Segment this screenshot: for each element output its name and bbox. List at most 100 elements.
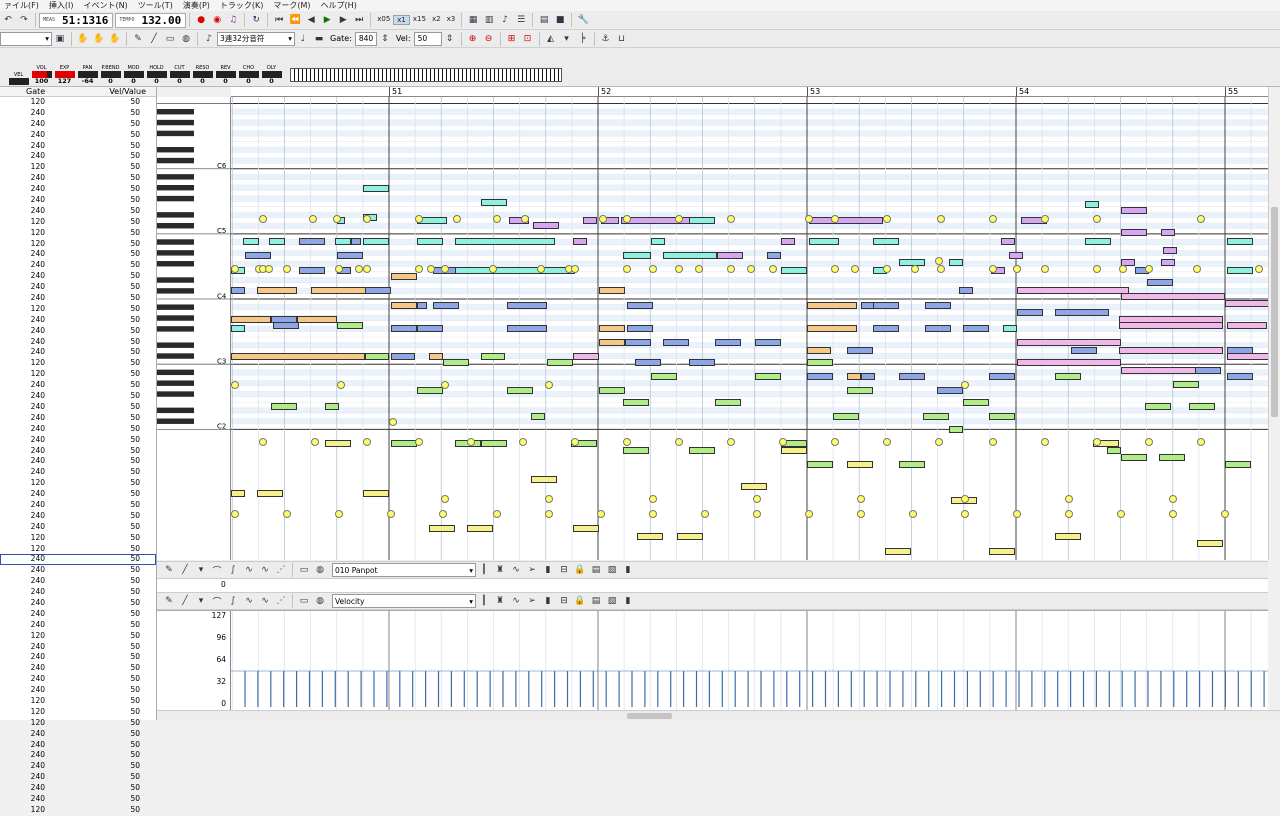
- note[interactable]: [1227, 373, 1253, 380]
- waveform-icon[interactable]: ▧: [605, 563, 619, 577]
- vel-input[interactable]: 50: [413, 31, 442, 46]
- short-note[interactable]: [441, 265, 449, 273]
- list-row[interactable]: 120 50: [0, 217, 156, 228]
- short-note[interactable]: [1013, 265, 1021, 273]
- list-row[interactable]: 240 50: [0, 435, 156, 446]
- short-note[interactable]: [753, 510, 761, 518]
- short-note[interactable]: [747, 265, 755, 273]
- note[interactable]: [1197, 540, 1223, 547]
- note[interactable]: [885, 548, 911, 555]
- note[interactable]: [245, 252, 271, 259]
- list-row[interactable]: 240 50: [0, 576, 156, 587]
- note[interactable]: [1055, 309, 1109, 316]
- eraser-icon[interactable]: ◍: [313, 563, 327, 577]
- note[interactable]: [1017, 309, 1043, 316]
- short-note[interactable]: [883, 265, 891, 273]
- menu-item[interactable]: 挿入(I): [49, 0, 74, 11]
- note[interactable]: [663, 339, 689, 346]
- level-icon[interactable]: ▮: [621, 563, 635, 577]
- note[interactable]: [781, 267, 807, 274]
- short-note[interactable]: [989, 438, 997, 446]
- waveform-icon[interactable]: ▧: [605, 594, 619, 608]
- list-row[interactable]: 240 50: [0, 685, 156, 696]
- line-icon[interactable]: ╱: [178, 563, 192, 577]
- black-key[interactable]: [157, 223, 194, 229]
- lock-icon[interactable]: 🔒: [573, 563, 587, 577]
- list-row[interactable]: 240 50: [0, 337, 156, 348]
- note[interactable]: [481, 440, 507, 447]
- list-row[interactable]: 240 50: [0, 652, 156, 663]
- list-row[interactable]: 240 50: [0, 620, 156, 631]
- list-row[interactable]: 120 50: [0, 478, 156, 489]
- list-row[interactable]: 240 50: [0, 391, 156, 402]
- note[interactable]: [365, 353, 389, 360]
- pencil-icon[interactable]: ✎: [162, 594, 176, 608]
- note[interactable]: [599, 387, 625, 394]
- short-note[interactable]: [961, 381, 969, 389]
- note[interactable]: [1159, 454, 1185, 461]
- curve-icon[interactable]: ⌒: [210, 563, 224, 577]
- note[interactable]: [635, 359, 661, 366]
- note[interactable]: [299, 267, 325, 274]
- list-row[interactable]: 240 50: [0, 119, 156, 130]
- note[interactable]: [599, 287, 625, 294]
- control-lane-select-1[interactable]: 010 Panpot ▾: [332, 563, 476, 577]
- black-key[interactable]: [157, 195, 194, 202]
- hand-select-icon[interactable]: ✋: [92, 32, 106, 46]
- short-note[interactable]: [1093, 215, 1101, 223]
- note[interactable]: [767, 252, 781, 259]
- short-note[interactable]: [467, 438, 475, 446]
- zoom-fit-icon[interactable]: ⊞: [505, 32, 519, 46]
- note[interactable]: [573, 238, 587, 245]
- snap-dropdown-icon[interactable]: ▾: [560, 32, 574, 46]
- note[interactable]: [717, 252, 743, 259]
- gate-spin-icon[interactable]: ⇕: [378, 32, 392, 46]
- staff-icon[interactable]: ♪: [498, 13, 512, 27]
- note[interactable]: [335, 238, 351, 245]
- note[interactable]: [417, 302, 427, 309]
- note[interactable]: [989, 548, 1015, 555]
- note[interactable]: [391, 353, 415, 360]
- list-row[interactable]: 240 50: [0, 598, 156, 609]
- note[interactable]: [1145, 403, 1171, 410]
- piano-roll-icon[interactable]: ▥: [482, 13, 496, 27]
- menu-item[interactable]: マーク(M): [273, 0, 310, 11]
- list-row[interactable]: 240 50: [0, 467, 156, 478]
- list-row[interactable]: 240 50: [0, 293, 156, 304]
- note[interactable]: [807, 461, 833, 468]
- note[interactable]: [989, 413, 1015, 420]
- zoom-x15-button[interactable]: x15: [410, 15, 429, 25]
- short-note[interactable]: [363, 215, 371, 223]
- line-icon[interactable]: ╱: [178, 594, 192, 608]
- note[interactable]: [963, 325, 989, 332]
- note[interactable]: [1195, 367, 1221, 374]
- note[interactable]: [297, 316, 337, 323]
- short-note[interactable]: [1169, 495, 1177, 503]
- select-rect-icon[interactable]: ▭: [163, 32, 177, 46]
- short-note[interactable]: [1255, 265, 1263, 273]
- note[interactable]: [391, 302, 417, 309]
- short-note[interactable]: [649, 265, 657, 273]
- list-row[interactable]: 240 50: [0, 609, 156, 620]
- list-row[interactable]: 240 50: [0, 500, 156, 511]
- short-note[interactable]: [441, 381, 449, 389]
- step-forward-icon[interactable]: ▶: [336, 13, 350, 27]
- horizontal-scrollbar[interactable]: [157, 710, 1280, 720]
- note[interactable]: [847, 387, 873, 394]
- list-row[interactable]: 240 50: [0, 130, 156, 141]
- color-bar-icon[interactable]: ▮: [541, 594, 555, 608]
- short-note[interactable]: [415, 438, 423, 446]
- short-note[interactable]: [857, 495, 865, 503]
- random-icon[interactable]: ⋰: [274, 563, 288, 577]
- note[interactable]: [663, 252, 717, 259]
- mixer-icon[interactable]: ▤: [537, 13, 551, 27]
- note[interactable]: [627, 325, 653, 332]
- black-key[interactable]: [157, 108, 194, 115]
- note[interactable]: [689, 447, 715, 454]
- note[interactable]: [833, 413, 859, 420]
- black-key[interactable]: [157, 119, 194, 126]
- short-note[interactable]: [335, 510, 343, 518]
- note[interactable]: [873, 302, 899, 309]
- short-note[interactable]: [851, 265, 859, 273]
- list-row[interactable]: 240 50: [0, 565, 156, 576]
